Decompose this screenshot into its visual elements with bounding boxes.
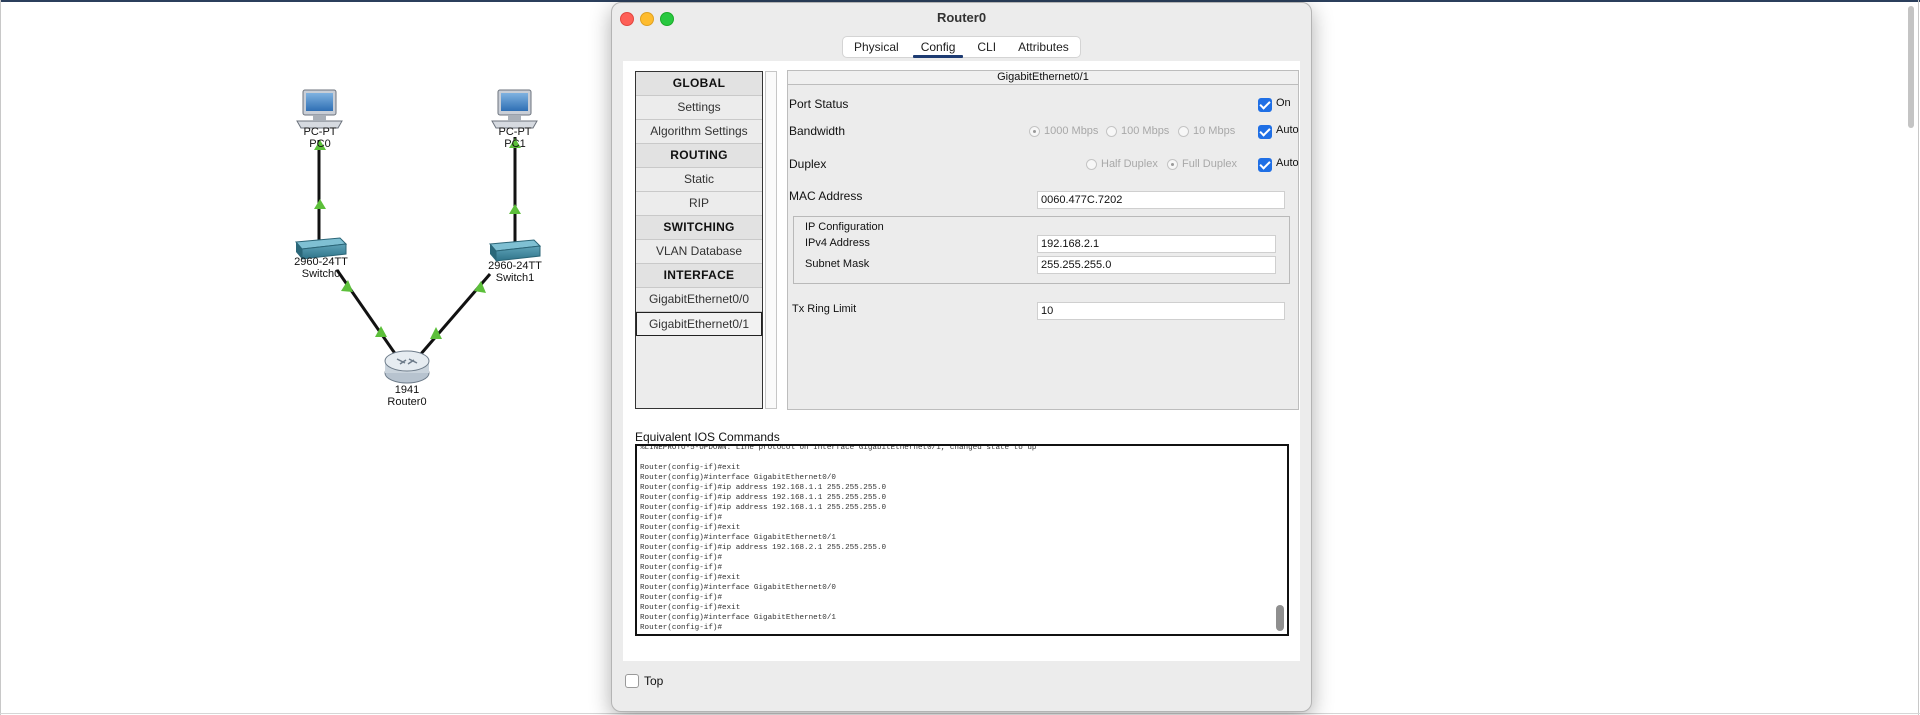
sidebar-item-settings[interactable]: Settings (636, 96, 762, 120)
duplex-auto-checkbox[interactable] (1258, 158, 1272, 172)
console-line: Router(config-if)#exit (640, 524, 741, 532)
ios-commands-console[interactable]: %LINEPROTO-5-UPDOWN: Line protocol on In… (635, 444, 1289, 636)
window-titlebar[interactable]: Router0 (612, 3, 1311, 31)
tx-ring-limit-label: Tx Ring Limit (792, 303, 857, 315)
top-checkbox[interactable] (625, 674, 639, 688)
workspace-scrollbar[interactable] (1908, 6, 1914, 128)
ipv4-address-field[interactable]: 192.168.2.1 (1037, 235, 1276, 253)
switch1-icon[interactable] (488, 239, 542, 262)
sidebar-item-static[interactable]: Static (636, 168, 762, 192)
window-title: Router0 (936, 10, 987, 25)
console-line: Router(config-if)#exit (640, 604, 741, 612)
ip-configuration-label: IP Configuration (805, 221, 884, 233)
console-line: Router(config)#interface GigabitEthernet… (640, 474, 836, 482)
console-line: Router(config-if)#ip address 192.168.1.1… (640, 484, 887, 492)
bandwidth-10-label: 10 Mbps (1193, 125, 1236, 137)
topology-workspace[interactable]: PC-PT PC0 PC-PT PC1 2960-24TT Switch0 2960-… (0, 0, 600, 715)
console-line: %LINEPROTO-5-UPDOWN: Line protocol on In… (640, 444, 1037, 452)
pc0-label: PC-PT PC0 (303, 126, 337, 150)
sidebar-header-switching: SWITCHING (636, 216, 762, 240)
console-line: Router(config)#interface GigabitEthernet… (640, 534, 836, 542)
ip-configuration-group: IP Configuration IPv4 Address 192.168.2.… (793, 216, 1290, 284)
maximize-window-button[interactable] (660, 12, 674, 26)
sidebar-item-gigabitethernet0-1[interactable]: GigabitEthernet0/1 (636, 312, 762, 336)
duplex-label: Duplex (789, 157, 827, 171)
console-line: Router(config)#interface GigabitEthernet… (640, 614, 836, 622)
console-line: Router(config-if)#exit (640, 574, 741, 582)
bandwidth-10-radio[interactable] (1178, 126, 1189, 137)
console-line: Router(config-if)#ip address 192.168.1.1… (640, 494, 887, 502)
top-label: Top (644, 674, 664, 688)
link-up-indicator (341, 280, 353, 292)
router0-icon[interactable] (384, 350, 430, 384)
duplex-auto-label: Auto (1276, 157, 1299, 169)
pc1-icon[interactable] (491, 89, 538, 129)
close-window-button[interactable] (620, 12, 634, 26)
interface-panel: GigabitEthernet0/1 Port Status On Bandwi… (787, 70, 1299, 410)
sidebar-header-routing: ROUTING (636, 144, 762, 168)
full-duplex-label: Full Duplex (1182, 158, 1238, 170)
port-status-on-label: On (1276, 97, 1291, 109)
tab-config[interactable]: Config (910, 37, 967, 58)
half-duplex-label: Half Duplex (1101, 158, 1158, 170)
console-line: Router(config-if)# (640, 564, 723, 572)
router-config-window[interactable]: Router0 Physical Config CLI Attributes G… (611, 2, 1312, 712)
tab-physical[interactable]: Physical (843, 37, 910, 57)
sidebar-header-global: GLOBAL (636, 72, 762, 96)
pc1-label: PC-PT PC1 (498, 126, 532, 150)
mac-address-field[interactable]: 0060.477C.7202 (1037, 191, 1285, 209)
ios-commands-text: %LINEPROTO-5-UPDOWN: Line protocol on In… (640, 444, 1260, 633)
sidebar-item-algorithm-settings[interactable]: Algorithm Settings (636, 120, 762, 144)
bandwidth-auto-checkbox[interactable] (1258, 125, 1272, 139)
sidebar-item-vlan-database[interactable]: VLAN Database (636, 240, 762, 264)
topology-canvas (294, 89, 542, 384)
sidebar-header-interface: INTERFACE (636, 264, 762, 288)
pc0-icon[interactable] (296, 89, 343, 129)
tab-bar: Physical Config CLI Attributes (843, 37, 1080, 58)
port-status-checkbox[interactable] (1258, 98, 1272, 112)
console-scrollbar[interactable] (1275, 447, 1285, 633)
router0-label: 1941 Router0 (387, 384, 427, 408)
sidebar-scrollbar[interactable] (765, 71, 777, 409)
link-up-indicator (509, 204, 521, 214)
console-line: Router(config)#interface GigabitEthernet… (640, 584, 836, 592)
subnet-mask-field[interactable]: 255.255.255.0 (1037, 256, 1276, 274)
switch0-label: 2960-24TT Switch0 (294, 256, 348, 280)
console-line: Router(config-if)# (640, 514, 723, 522)
ios-commands-label: Equivalent IOS Commands (635, 430, 780, 444)
half-duplex-radio[interactable] (1086, 159, 1097, 170)
bandwidth-auto-label: Auto (1276, 124, 1299, 136)
right-edge (1918, 0, 1919, 715)
bandwidth-100-label: 100 Mbps (1121, 125, 1170, 137)
console-line: Router(config-if)# (640, 554, 723, 562)
link-switch0-router0[interactable] (335, 269, 398, 356)
bandwidth-100-radio[interactable] (1106, 126, 1117, 137)
sidebar-item-rip[interactable]: RIP (636, 192, 762, 216)
console-line: Router(config-if)#ip address 192.168.1.1… (640, 504, 887, 512)
mac-address-label: MAC Address (789, 189, 863, 203)
sidebar-item-gigabitethernet0-0[interactable]: GigabitEthernet0/0 (636, 288, 762, 312)
minimize-window-button[interactable] (640, 12, 654, 26)
subnet-mask-label: Subnet Mask (805, 258, 870, 270)
console-line: Router(config-if)#ip address 192.168.2.1… (640, 544, 887, 552)
link-up-indicator (314, 199, 326, 209)
ipv4-address-label: IPv4 Address (805, 237, 870, 249)
bandwidth-1000-radio[interactable] (1029, 126, 1040, 137)
tx-ring-limit-field[interactable]: 10 (1037, 302, 1285, 320)
bandwidth-label: Bandwidth (789, 124, 846, 138)
tab-attributes[interactable]: Attributes (1007, 37, 1080, 57)
bandwidth-1000-label: 1000 Mbps (1044, 125, 1099, 137)
console-scroll-thumb[interactable] (1276, 605, 1284, 631)
console-line: Router(config-if)#exit (640, 464, 741, 472)
tab-cli[interactable]: CLI (966, 37, 1007, 57)
switch1-label: 2960-24TT Switch1 (488, 260, 542, 284)
interface-panel-title: GigabitEthernet0/1 (788, 71, 1298, 85)
port-status-label: Port Status (789, 97, 849, 111)
full-duplex-radio[interactable] (1167, 159, 1178, 170)
console-line: Router(config-if)# (640, 624, 723, 632)
console-line: Router(config-if)# (640, 594, 723, 602)
config-sidebar: GLOBAL Settings Algorithm Settings ROUTI… (635, 71, 763, 409)
